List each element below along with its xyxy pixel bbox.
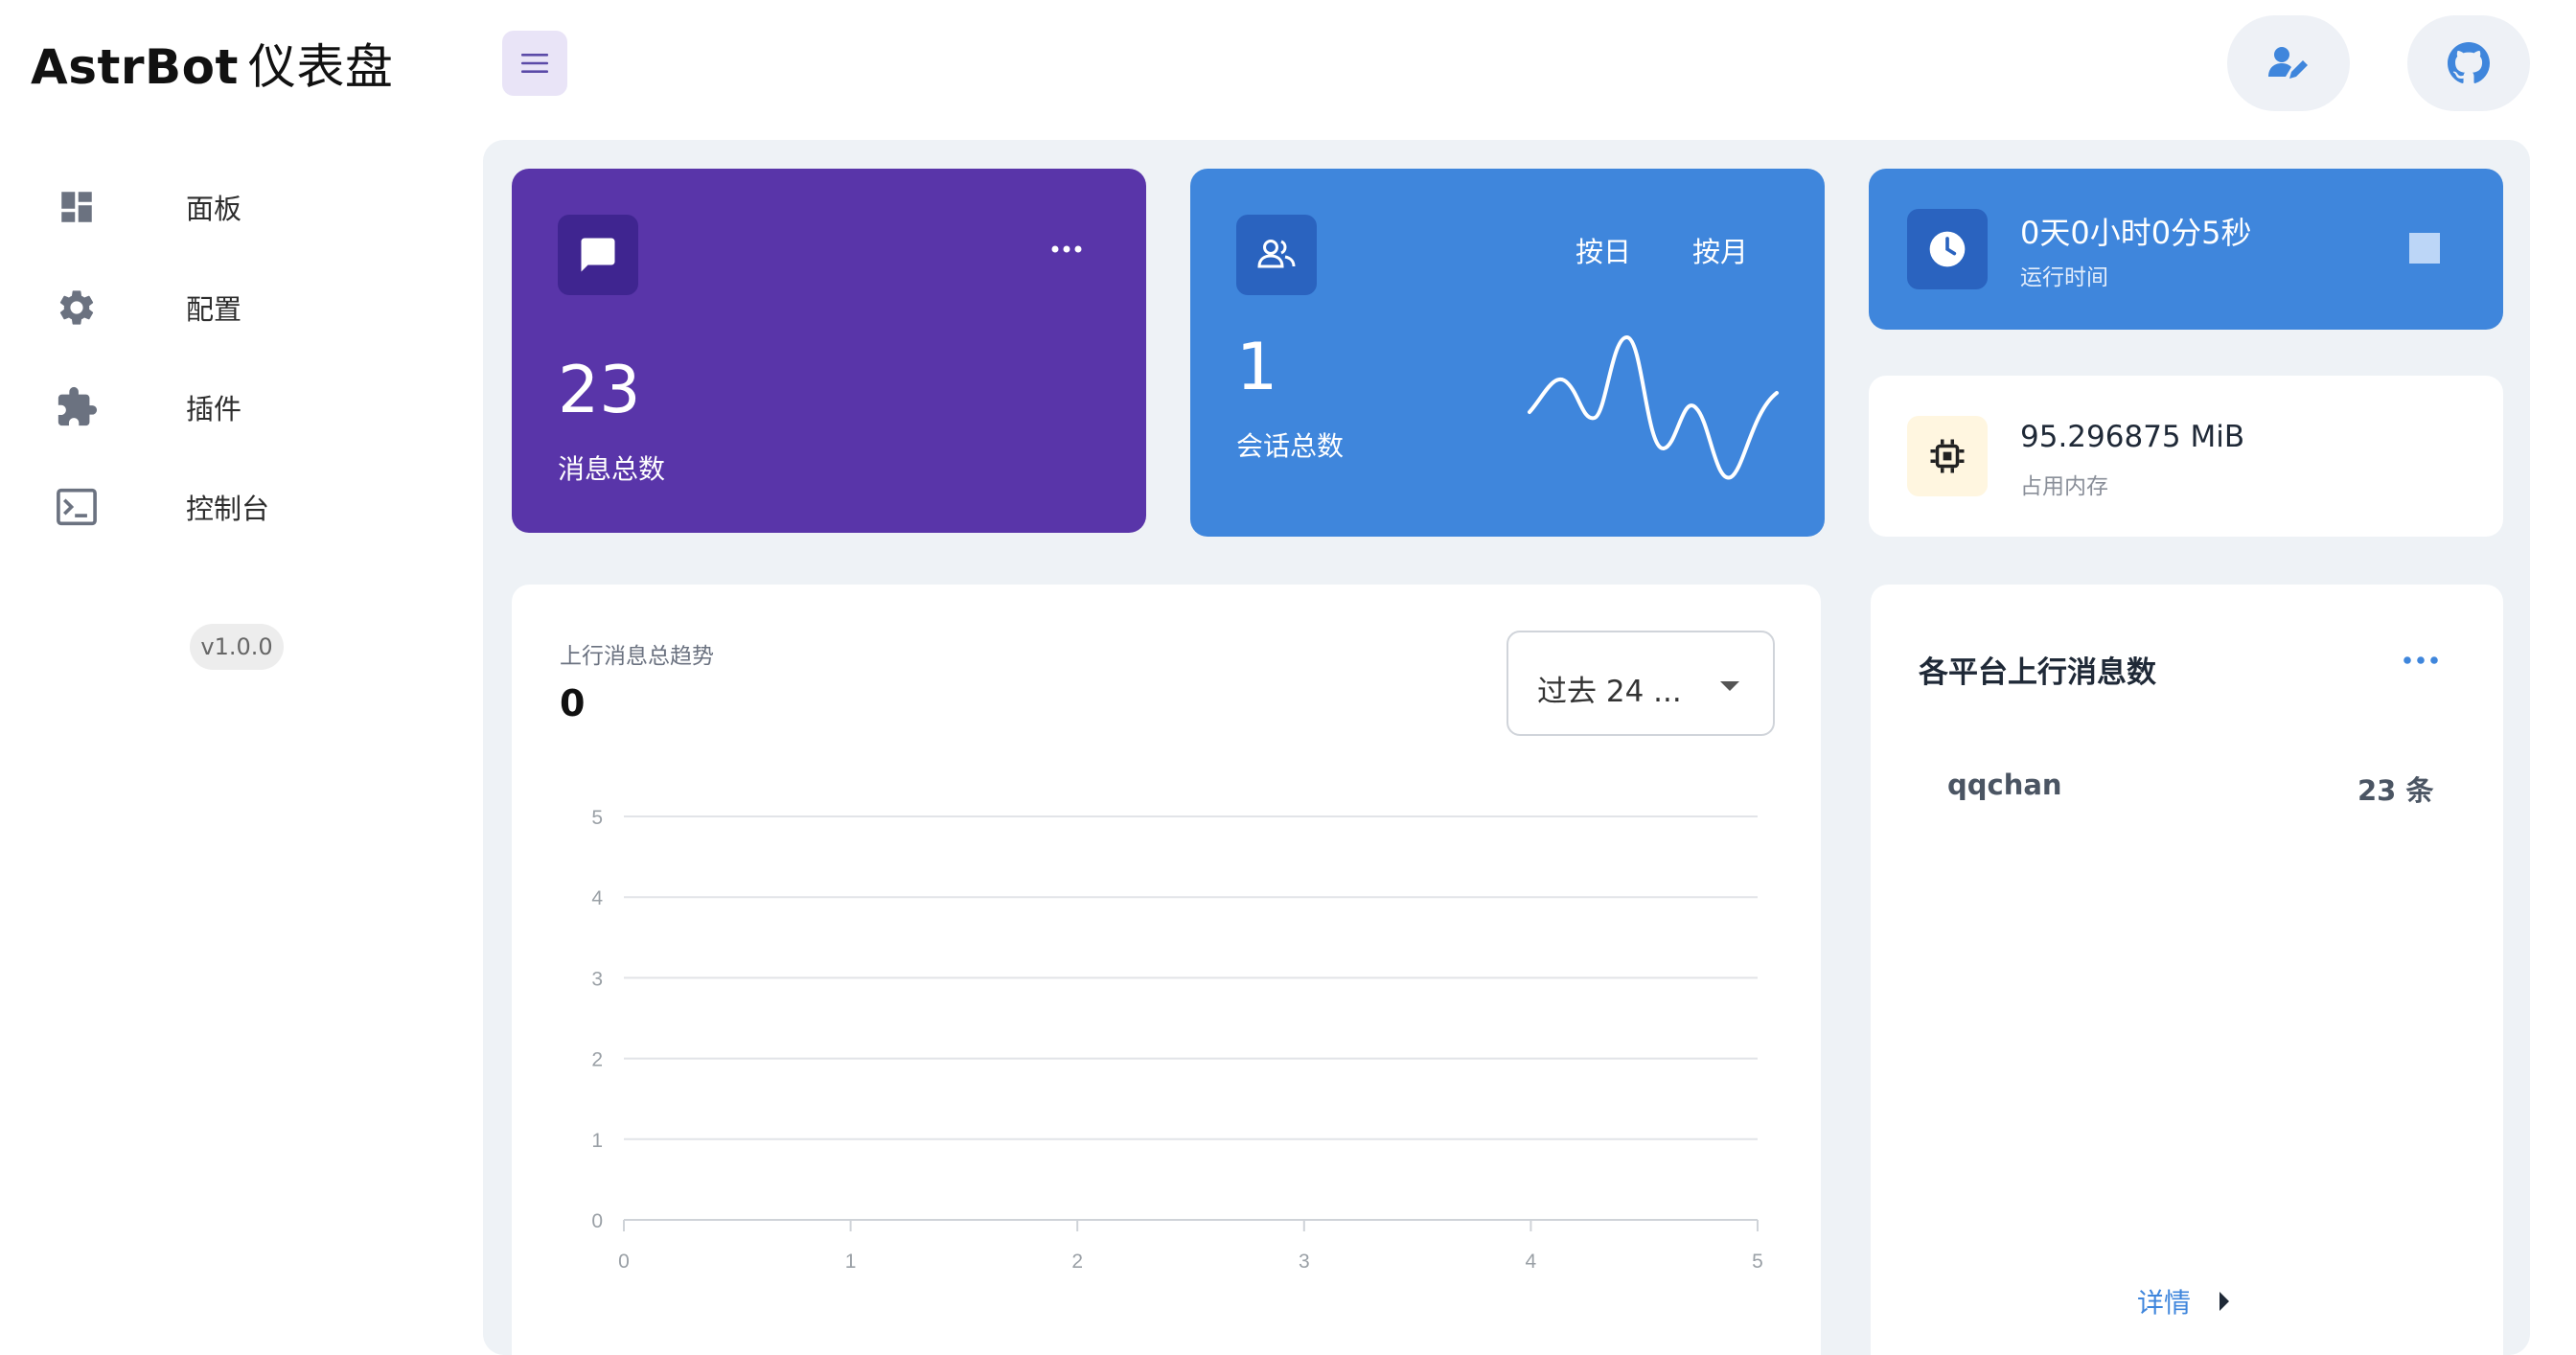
clock-icon: [1929, 231, 1966, 267]
platform-name: qqchan: [1947, 769, 2062, 801]
stop-button[interactable]: [2409, 233, 2440, 264]
trend-title: 上行消息总趋势: [560, 644, 714, 669]
sidebar-item-label: 配置: [186, 293, 242, 326]
edit-account-button[interactable]: [2227, 15, 2350, 111]
platform-count: 23 条: [2358, 774, 2434, 807]
memory-icon-box: [1907, 416, 1988, 496]
x-tick-label: 2: [1071, 1251, 1083, 1273]
y-tick-label: 0: [591, 1210, 603, 1232]
time-range-select-value: 过去 24 ...: [1537, 675, 1682, 709]
messages-total-value: 23: [558, 353, 641, 428]
sidebar-item-label: 控制台: [186, 493, 270, 525]
more-horizontal-icon: [1051, 245, 1082, 253]
brand-suffix: 仪表盘: [247, 39, 394, 95]
chat-icon: [581, 238, 615, 272]
more-horizontal-icon: [2404, 656, 2438, 664]
dashboard-icon: [38, 169, 115, 245]
platform-card-title: 各平台上行消息数: [1919, 655, 2156, 690]
y-tick-label: 4: [591, 887, 603, 909]
gear-icon: [38, 269, 115, 346]
y-tick-label: 2: [591, 1049, 603, 1071]
memory-label: 占用内存: [2020, 474, 2108, 499]
y-tick-label: 1: [591, 1130, 603, 1152]
details-link[interactable]: 详情: [2137, 1282, 2231, 1321]
trend-value: 0: [560, 682, 586, 724]
y-tick-label: 3: [591, 968, 603, 990]
user-edit-icon: [2268, 47, 2308, 79]
sessions-total-label: 会话总数: [1236, 430, 1345, 462]
caret-down-icon: [1720, 681, 1739, 691]
sidebar-item-config[interactable]: 配置: [38, 269, 460, 346]
messages-total-label: 消息总数: [558, 453, 666, 485]
uptime-value: 0天0小时0分5秒: [2020, 215, 2252, 251]
uptime-label: 运行时间: [2020, 265, 2108, 290]
sidebar-item-label: 插件: [186, 393, 242, 425]
version-badge: v1.0.0: [190, 624, 284, 670]
puzzle-icon: [38, 369, 115, 446]
message-icon-box: [558, 215, 638, 295]
trend-line-chart: 0 1 2 3 4 5 0 1 2 3 4 5: [591, 807, 1763, 1273]
sessions-icon-box: [1236, 215, 1317, 295]
uptime-icon-box: [1907, 209, 1988, 289]
sidebar-item-console[interactable]: 控制台: [38, 469, 460, 545]
tab-by-day[interactable]: 按日: [1576, 230, 1631, 270]
details-label: 详情: [2137, 1287, 2192, 1319]
sidebar-item-plugins[interactable]: 插件: [38, 369, 460, 446]
sessions-sparkline: [1528, 335, 1779, 480]
time-range-select[interactable]: 过去 24 ...: [1506, 631, 1775, 736]
platform-messages-card: [1871, 585, 2503, 1355]
terminal-icon: [38, 469, 115, 545]
x-tick-label: 4: [1526, 1251, 1537, 1273]
sidebar-item-dashboard[interactable]: 面板: [38, 169, 460, 245]
y-tick-label: 5: [591, 807, 603, 829]
messages-more-button[interactable]: [1050, 240, 1083, 258]
sessions-total-value: 1: [1236, 330, 1278, 405]
menu-toggle-button[interactable]: [502, 31, 567, 96]
platform-more-button[interactable]: [2402, 652, 2440, 670]
app-logo: AstrBot 仪表盘: [31, 29, 393, 98]
tab-by-month[interactable]: 按月: [1692, 230, 1748, 270]
github-button[interactable]: [2407, 15, 2530, 111]
x-tick-label: 3: [1299, 1251, 1310, 1273]
sidebar-item-label: 面板: [186, 193, 242, 225]
memory-value: 95.296875 MiB: [2020, 420, 2245, 454]
x-tick-label: 5: [1752, 1251, 1763, 1273]
x-tick-label: 1: [845, 1251, 857, 1273]
github-icon: [2448, 42, 2490, 83]
cpu-chip-icon: [1930, 439, 1965, 473]
caret-right-icon: [2220, 1292, 2230, 1311]
brand-name: AstrBot: [31, 39, 239, 95]
x-tick-label: 0: [618, 1251, 630, 1273]
users-icon: [1257, 240, 1296, 268]
hamburger-icon: [521, 54, 548, 73]
